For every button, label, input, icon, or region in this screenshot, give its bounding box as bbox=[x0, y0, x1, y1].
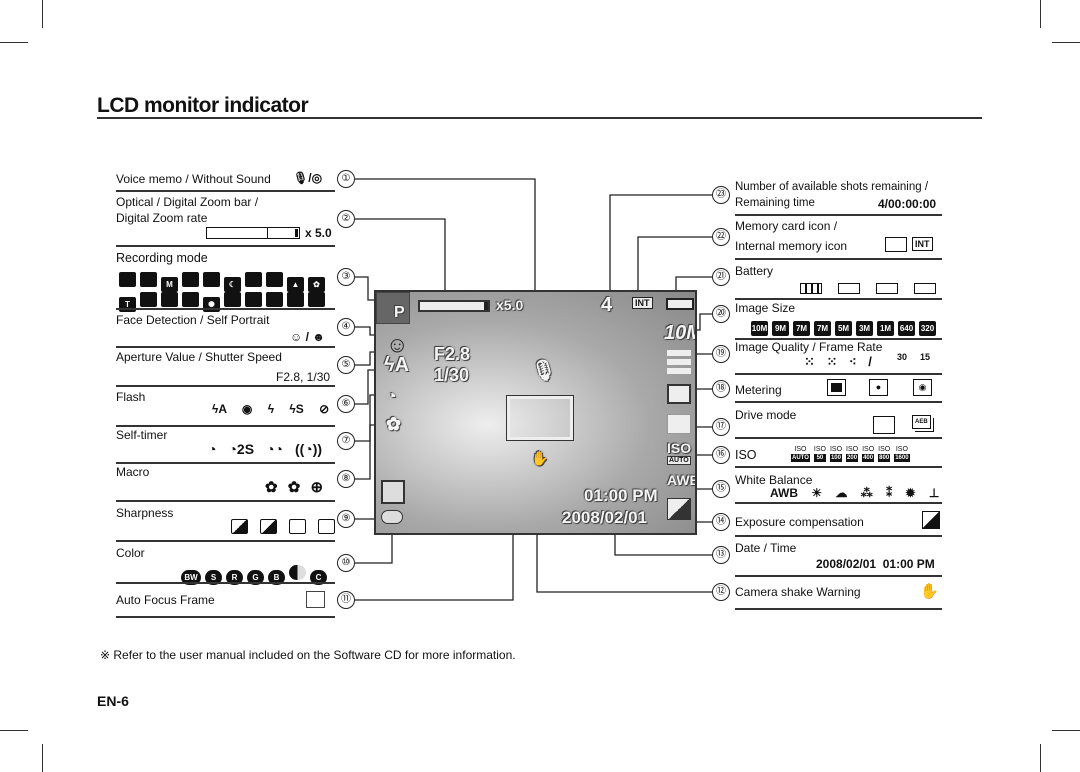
label-memory-card: Memory card icon / bbox=[735, 219, 838, 233]
divider bbox=[735, 575, 942, 577]
fps-30-icon: 30 bbox=[897, 352, 908, 362]
label-image-size: Image Size bbox=[735, 301, 796, 315]
iso-50-icon: ISO 50 bbox=[813, 446, 826, 462]
shake-warning-indicator: ✋ bbox=[531, 450, 549, 466]
label-image-quality: Image Quality / Frame Rate bbox=[735, 340, 883, 354]
iso-auto-icon: ISO AUTO bbox=[791, 446, 810, 462]
size-7m-wide-icon: 7M bbox=[793, 321, 810, 336]
iso-400-icon: ISO 400 bbox=[862, 446, 875, 462]
macro-indicator: ✿ bbox=[386, 414, 402, 434]
iso-100-icon: ISO 100 bbox=[829, 446, 843, 462]
size-3m-icon: 3M bbox=[856, 321, 873, 336]
voice-memo-indicator: 🎙 bbox=[531, 360, 557, 382]
self-timer-indicator: ◔ bbox=[386, 386, 397, 406]
quality-icons: ⁙ ⁙ ⁖ / bbox=[804, 354, 872, 369]
battery-icons bbox=[800, 281, 936, 299]
shutter-indicator: 1/30 bbox=[434, 365, 470, 385]
battery-full-icon bbox=[800, 283, 822, 294]
flash-indicator: ϟA bbox=[384, 354, 410, 376]
drive-single-icon bbox=[873, 416, 895, 434]
divider bbox=[735, 502, 942, 504]
metering-center-icon: ◉ bbox=[913, 379, 932, 396]
iso-800-icon: ISO 800 bbox=[878, 446, 891, 462]
aperture-indicator: F2.8 bbox=[434, 344, 471, 364]
time-indicator: 01:00 PM bbox=[584, 486, 658, 505]
wb-indicator: AWB bbox=[667, 472, 697, 488]
metering-multi-icon bbox=[827, 379, 846, 396]
divider bbox=[735, 466, 942, 468]
lcd-preview: P x5.0 4 INT 10M ☺ F2.8 ϟA 1/30 🎙 ◔ ✿ ✋ … bbox=[374, 290, 697, 535]
footnote: ※ Refer to the user manual included on t… bbox=[100, 648, 516, 662]
drive-mode-indicator bbox=[667, 414, 691, 434]
battery-indicator bbox=[666, 298, 694, 310]
camera-shake-icon: ✋ bbox=[920, 583, 939, 600]
sharpness-indicator bbox=[381, 480, 405, 504]
fps-15-icon: 15 bbox=[920, 352, 931, 362]
size-640-icon: 640 bbox=[898, 321, 915, 336]
size-1m-icon: 1M bbox=[877, 321, 894, 336]
iso-200-icon: ISO 200 bbox=[846, 446, 859, 462]
iso-icons: ISO AUTO ISO 50 ISO 100 ISO 200 ISO 400 ISO 800 ISO 1… bbox=[787, 446, 910, 464]
label-drive-mode: Drive mode bbox=[735, 408, 797, 422]
drive-aeb-icon: AEB bbox=[912, 415, 931, 429]
divider bbox=[735, 608, 942, 610]
divider bbox=[735, 437, 942, 439]
divider bbox=[735, 214, 942, 216]
divider bbox=[735, 373, 942, 375]
label-white-balance: White Balance bbox=[735, 473, 813, 487]
date-indicator: 2008/02/01 bbox=[562, 508, 648, 527]
remaining-time-value: 4/00:00:00 bbox=[878, 197, 937, 211]
wb-icons: AWB ☀ ☁ ⁂ ⁑ ✹ ⊥ bbox=[770, 486, 940, 500]
battery-empty-icon bbox=[914, 283, 936, 294]
divider bbox=[735, 258, 942, 260]
divider bbox=[735, 535, 942, 537]
image-size-icons: 10M 9M 7M 7M 5M 3M 1M 640 320 bbox=[747, 318, 936, 336]
label-camera-shake: Camera shake Warning bbox=[735, 585, 861, 599]
iso-value-indicator: AUTO bbox=[667, 456, 691, 465]
battery-half-icon bbox=[838, 283, 860, 294]
label-metering: Metering bbox=[735, 383, 782, 397]
date-time-value: 2008/02/01 01:00 PM bbox=[816, 557, 935, 571]
divider bbox=[735, 401, 942, 403]
size-5m-icon: 5M bbox=[835, 321, 852, 336]
metering-spot-icon: ● bbox=[869, 379, 888, 396]
internal-memory-indicator: INT bbox=[632, 297, 653, 309]
zoom-indicator: x5.0 bbox=[496, 297, 524, 313]
page-number: EN-6 bbox=[97, 693, 129, 709]
memory-card-icon bbox=[885, 237, 907, 252]
label-remaining-time: Remaining time bbox=[735, 197, 815, 209]
metering-indicator bbox=[667, 384, 691, 404]
divider bbox=[735, 298, 942, 300]
size-9m-icon: 9M bbox=[772, 321, 789, 336]
af-frame-indicator bbox=[506, 395, 574, 441]
zoom-bar-indicator bbox=[418, 300, 490, 312]
wb-auto-icon: AWB bbox=[770, 486, 798, 500]
iso-indicator: ISO bbox=[667, 440, 692, 456]
shots-remaining: 4 bbox=[601, 294, 613, 316]
label-shots-remaining: Number of available shots remaining / bbox=[735, 181, 929, 193]
quality-indicator bbox=[667, 350, 691, 374]
label-internal-memory: Internal memory icon bbox=[735, 239, 848, 253]
mode-indicator: P bbox=[394, 304, 405, 321]
label-exposure: Exposure compensation bbox=[735, 515, 864, 529]
label-iso: ISO bbox=[735, 448, 757, 462]
size-7m-icon: 7M bbox=[814, 321, 831, 336]
internal-memory-icon: INT bbox=[912, 237, 933, 251]
exposure-compensation-icon bbox=[922, 511, 940, 529]
label-battery: Battery bbox=[735, 264, 774, 278]
size-10m-icon: 10M bbox=[751, 321, 768, 336]
color-indicator bbox=[381, 510, 403, 524]
image-size-indicator: 10M bbox=[664, 322, 695, 344]
size-320-icon: 320 bbox=[919, 321, 936, 336]
label-date-time: Date / Time bbox=[735, 541, 797, 555]
battery-low-icon bbox=[876, 283, 898, 294]
iso-1600-icon: ISO 1600 bbox=[894, 446, 910, 462]
exposure-indicator bbox=[667, 498, 691, 520]
